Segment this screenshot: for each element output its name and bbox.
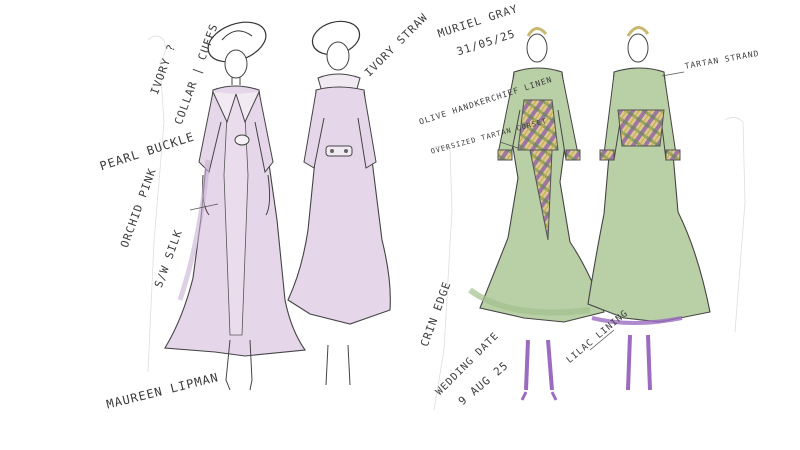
- figure-pink-coat-front: [164, 21, 306, 391]
- fashion-sketch-sheet: [147, 20, 746, 411]
